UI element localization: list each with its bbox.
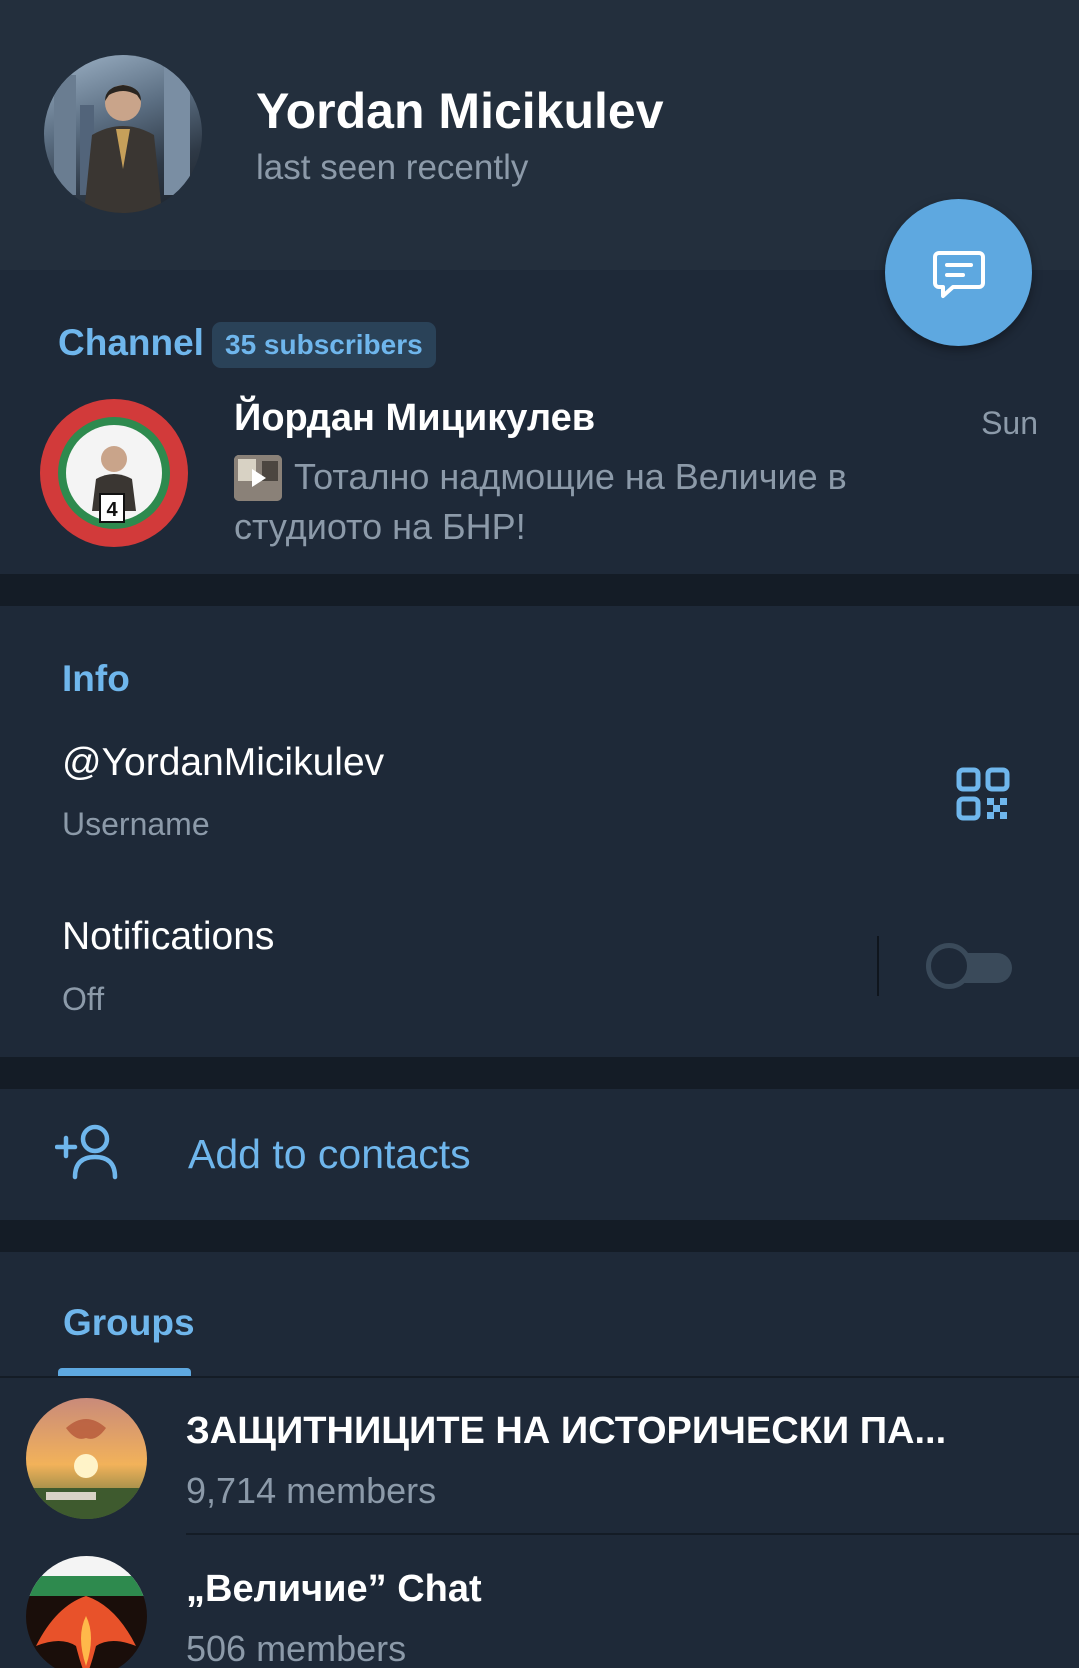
video-thumbnail-icon bbox=[234, 455, 282, 501]
group-members: 9,714 members bbox=[186, 1470, 437, 1511]
username-caption: Username bbox=[62, 806, 210, 842]
section-divider bbox=[0, 1057, 1079, 1089]
group-list-item[interactable]: ЗАЩИТНИЦИТЕ НА ИСТОРИЧЕСКИ ПА... 9,714 m… bbox=[0, 1378, 1079, 1536]
info-label: Info bbox=[62, 658, 130, 699]
channel-post-time: Sun bbox=[981, 405, 1038, 441]
group-avatar bbox=[26, 1398, 147, 1519]
group-title: „Величие” Chat bbox=[186, 1568, 482, 1610]
info-section: Info @YordanMicikulev Username Notificat… bbox=[0, 606, 1079, 1057]
profile-name: Yordan Micikulev bbox=[256, 83, 664, 139]
tab-groups[interactable]: Groups bbox=[63, 1302, 195, 1344]
notifications-value: Off bbox=[62, 981, 105, 1017]
group-avatar bbox=[26, 1556, 147, 1668]
qr-code-icon bbox=[956, 767, 1010, 821]
tab-active-indicator bbox=[58, 1368, 191, 1376]
message-fab-button[interactable] bbox=[885, 199, 1032, 346]
channel-title[interactable]: Йордан Мицикулев bbox=[234, 397, 595, 440]
add-user-icon bbox=[55, 1124, 118, 1180]
group-members: 506 members bbox=[186, 1628, 407, 1668]
subscribers-badge: 35 subscribers bbox=[212, 322, 436, 368]
row-separator bbox=[186, 1533, 1079, 1535]
add-to-contacts-button[interactable]: Add to contacts bbox=[0, 1089, 1079, 1220]
vertical-separator bbox=[877, 936, 879, 996]
username-value[interactable]: @YordanMicikulev bbox=[62, 741, 384, 785]
profile-avatar[interactable] bbox=[44, 55, 202, 213]
qr-code-button[interactable] bbox=[955, 766, 1011, 822]
group-list-item[interactable]: „Величие” Chat 506 members bbox=[0, 1536, 1079, 1668]
svg-text:4: 4 bbox=[106, 499, 118, 521]
toggle-knob bbox=[926, 943, 972, 989]
channel-avatar[interactable]: 4 bbox=[40, 399, 188, 547]
groups-section: Groups ЗАЩИТНИЦИТЕ НА ИСТОРИЧЕСКИ ПА... … bbox=[0, 1252, 1079, 1668]
profile-status: last seen recently bbox=[256, 148, 529, 187]
notifications-toggle[interactable] bbox=[924, 940, 1016, 992]
channel-label: Channel bbox=[58, 322, 204, 363]
notifications-label[interactable]: Notifications bbox=[62, 915, 274, 959]
message-icon bbox=[932, 250, 985, 298]
section-divider bbox=[0, 574, 1079, 606]
add-to-contacts-label: Add to contacts bbox=[188, 1131, 471, 1177]
channel-post-preview[interactable]: Тотално надмощие на Величие в студиото н… bbox=[234, 452, 954, 552]
section-divider bbox=[0, 1220, 1079, 1252]
group-title: ЗАЩИТНИЦИТЕ НА ИСТОРИЧЕСКИ ПА... bbox=[186, 1410, 947, 1452]
